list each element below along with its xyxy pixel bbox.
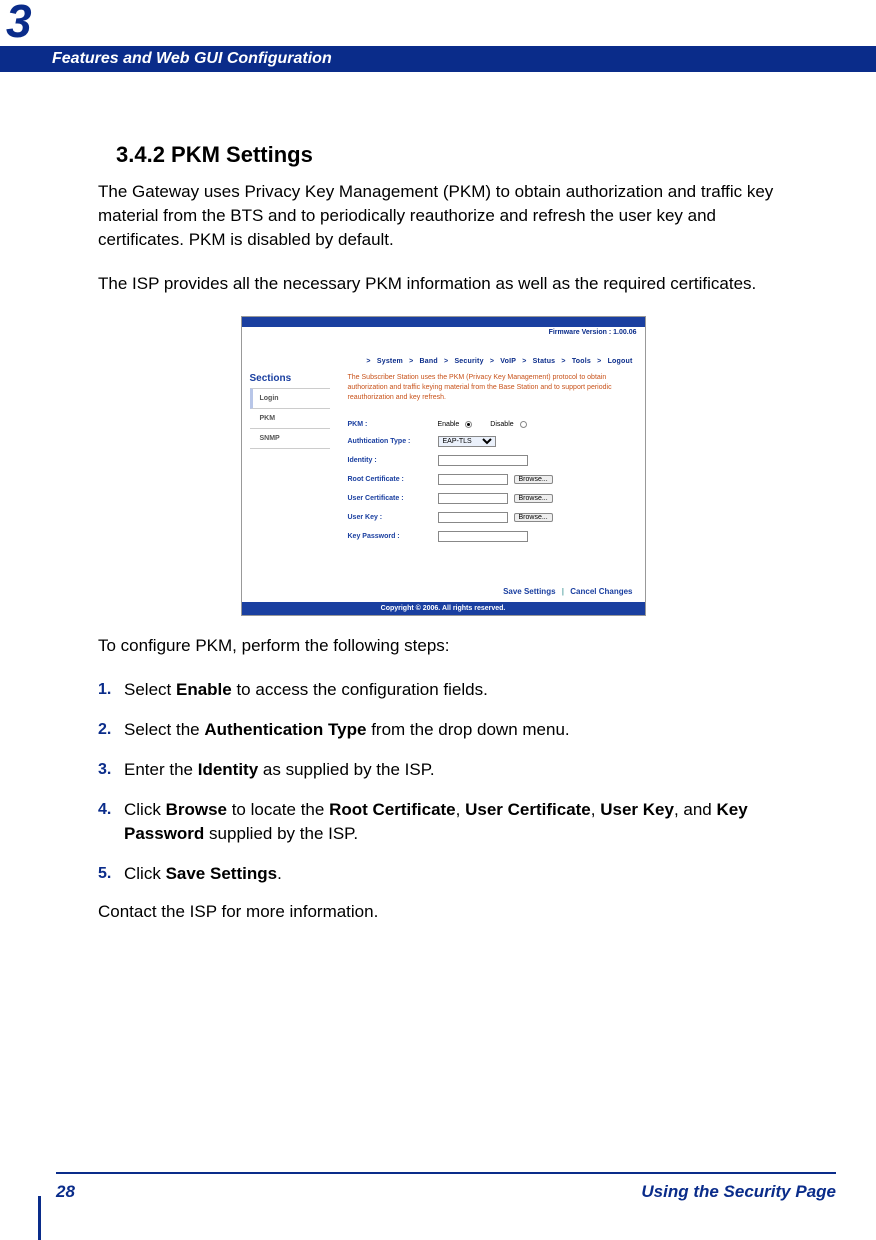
- sidebar-title: Sections: [250, 373, 330, 384]
- step-text: Click Save Settings.: [124, 862, 788, 886]
- cancel-changes-link[interactable]: Cancel Changes: [570, 587, 632, 596]
- sidebar: Sections Login PKM SNMP: [250, 373, 330, 571]
- disable-label: Disable: [490, 421, 513, 428]
- page: 3 Features and Web GUI Configuration 3.4…: [0, 0, 876, 1240]
- sidebar-item-pkm[interactable]: PKM: [250, 409, 330, 429]
- steps-intro: To configure PKM, perform the following …: [98, 636, 788, 656]
- pkm-settings-screenshot: Firmware Version : 1.00.06 > System > Ba…: [241, 316, 646, 616]
- pkm-description: The Subscriber Station uses the PKM (Pri…: [348, 373, 637, 403]
- browse-root-button[interactable]: Browse...: [514, 475, 553, 484]
- label-key-password: Key Password :: [348, 533, 438, 540]
- step-text: Click Browse to locate the Root Certific…: [124, 798, 788, 846]
- sidebar-item-snmp[interactable]: SNMP: [250, 429, 330, 449]
- chapter-number: 3: [6, 0, 32, 48]
- row-pkm: PKM : Enable Disable: [348, 421, 637, 428]
- label-user-cert: User Certificate :: [348, 495, 438, 502]
- row-identity: Identity :: [348, 455, 637, 466]
- label-root-cert: Root Certificate :: [348, 476, 438, 483]
- footer-title: Using the Security Page: [641, 1182, 836, 1202]
- nav-band[interactable]: Band: [420, 358, 438, 365]
- step-3: 3. Enter the Identity as supplied by the…: [98, 758, 788, 782]
- page-number: 28: [56, 1182, 75, 1202]
- top-nav: > System > Band > Security > VoIP > Stat…: [242, 336, 645, 371]
- label-pkm: PKM :: [348, 421, 438, 428]
- page-footer: 28 Using the Security Page: [56, 1172, 836, 1204]
- step-number: 3.: [98, 758, 124, 782]
- browse-user-cert-button[interactable]: Browse...: [514, 494, 553, 503]
- step-5: 5. Click Save Settings.: [98, 862, 788, 886]
- nav-status[interactable]: Status: [533, 358, 556, 365]
- nav-voip[interactable]: VoIP: [500, 358, 516, 365]
- step-number: 2.: [98, 718, 124, 742]
- step-1: 1. Select Enable to access the configura…: [98, 678, 788, 702]
- nav-tools[interactable]: Tools: [572, 358, 591, 365]
- enable-label: Enable: [438, 421, 460, 428]
- auth-type-select[interactable]: EAP-TLS: [438, 436, 496, 447]
- header-title: Features and Web GUI Configuration: [52, 46, 332, 72]
- intro-paragraph-1: The Gateway uses Privacy Key Management …: [98, 180, 788, 252]
- radio-enable[interactable]: [465, 421, 472, 428]
- step-text: Select the Authentication Type from the …: [124, 718, 788, 742]
- content-area: 3.4.2 PKM Settings The Gateway uses Priv…: [98, 142, 788, 922]
- radio-disable[interactable]: [520, 421, 527, 428]
- identity-input[interactable]: [438, 455, 528, 466]
- sidebar-item-login[interactable]: Login: [250, 388, 330, 409]
- key-password-input[interactable]: [438, 531, 528, 542]
- action-separator: |: [562, 587, 564, 596]
- nav-logout[interactable]: Logout: [608, 358, 633, 365]
- step-number: 5.: [98, 862, 124, 886]
- step-text: Enter the Identity as supplied by the IS…: [124, 758, 788, 782]
- label-user-key: User Key :: [348, 514, 438, 521]
- step-4: 4. Click Browse to locate the Root Certi…: [98, 798, 788, 846]
- step-number: 4.: [98, 798, 124, 846]
- browse-user-key-button[interactable]: Browse...: [514, 513, 553, 522]
- nav-security[interactable]: Security: [454, 358, 483, 365]
- label-identity: Identity :: [348, 457, 438, 464]
- root-cert-input[interactable]: [438, 474, 508, 485]
- user-key-input[interactable]: [438, 512, 508, 523]
- steps-list: 1. Select Enable to access the configura…: [98, 678, 788, 886]
- row-root-cert: Root Certificate : Browse...: [348, 474, 637, 485]
- closing-paragraph: Contact the ISP for more information.: [98, 902, 788, 922]
- row-user-cert: User Certificate : Browse...: [348, 493, 637, 504]
- step-text: Select Enable to access the configuratio…: [124, 678, 788, 702]
- user-cert-input[interactable]: [438, 493, 508, 504]
- section-heading: 3.4.2 PKM Settings: [116, 142, 788, 168]
- row-key-password: Key Password :: [348, 531, 637, 542]
- footer-stub: [38, 1196, 41, 1240]
- nav-system[interactable]: System: [377, 358, 403, 365]
- action-bar: Save Settings | Cancel Changes: [242, 581, 645, 602]
- ss-main-panel: The Subscriber Station uses the PKM (Pri…: [330, 373, 637, 571]
- firmware-version: Firmware Version : 1.00.06: [242, 327, 645, 336]
- ss-top-bar: [242, 317, 645, 327]
- ss-body: Sections Login PKM SNMP The Subscriber S…: [242, 371, 645, 581]
- row-user-key: User Key : Browse...: [348, 512, 637, 523]
- row-auth-type: Authtication Type : EAP-TLS: [348, 436, 637, 447]
- ss-footer: Copyright © 2006. All rights reserved.: [242, 602, 645, 615]
- step-2: 2. Select the Authentication Type from t…: [98, 718, 788, 742]
- save-settings-link[interactable]: Save Settings: [503, 587, 555, 596]
- step-number: 1.: [98, 678, 124, 702]
- label-auth-type: Authtication Type :: [348, 438, 438, 445]
- intro-paragraph-2: The ISP provides all the necessary PKM i…: [98, 272, 788, 296]
